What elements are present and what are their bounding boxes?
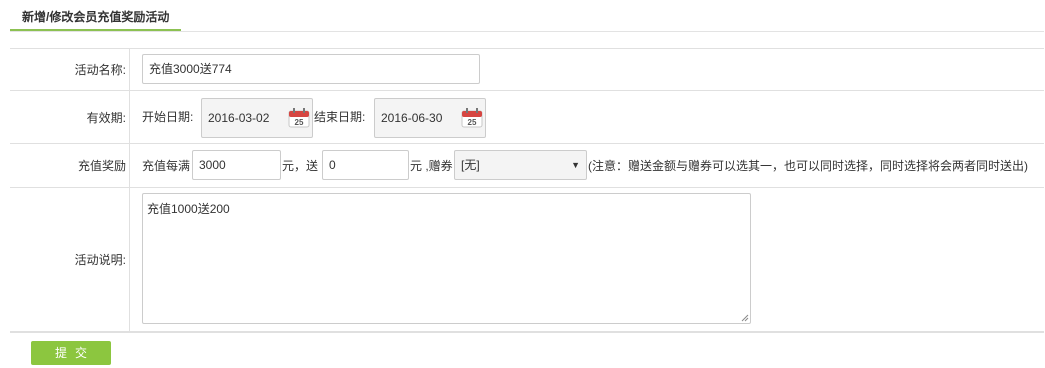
end-date-input[interactable]: 2016-06-30 25 [374, 98, 486, 138]
unit-give-text: 元，送 [282, 159, 319, 173]
activity-description-textarea[interactable]: 充值1000送200 [142, 193, 751, 324]
activity-form: 活动名称: 充值3000送774 有效期: 开始日期: 2016-03-02 2… [10, 48, 1044, 333]
start-date-value: 2016-03-02 [208, 111, 270, 125]
coupon-select-value: [无] [461, 158, 480, 172]
submit-button[interactable]: 提交 [31, 341, 111, 365]
row-recharge-reward: 充值奖励 充值每满 3000 元，送 0 元 ,赠券 [无] ▼ (注意：赠送金… [10, 144, 1044, 188]
row-activity-description: 活动说明: 充值1000送200 [10, 188, 1044, 333]
reward-prefix-text: 充值每满 [142, 159, 191, 173]
resize-grip-icon[interactable] [741, 314, 749, 322]
calendar-icon[interactable]: 25 [461, 108, 483, 128]
activity-description-label: 活动说明: [10, 188, 130, 331]
calendar-day-text: 25 [295, 118, 304, 127]
tab-edit-recharge-activity[interactable]: 新增/修改会员充值奖励活动 [10, 0, 182, 31]
activity-name-label: 活动名称: [10, 49, 130, 90]
coupon-select[interactable]: [无] ▼ [454, 150, 587, 180]
recharge-reward-label: 充值奖励 [10, 144, 130, 187]
validity-label: 有效期: [10, 91, 130, 143]
recharge-amount-input[interactable]: 3000 [192, 150, 281, 180]
end-date-value: 2016-06-30 [381, 111, 443, 125]
tab-bar: 新增/修改会员充值奖励活动 [10, 0, 1044, 32]
activity-description-value: 充值1000送200 [147, 202, 230, 216]
start-date-input[interactable]: 2016-03-02 25 [201, 98, 313, 138]
calendar-day-text: 25 [468, 118, 477, 127]
calendar-icon[interactable]: 25 [288, 108, 310, 128]
reward-note-text: (注意：赠送金额与赠券可以选其一，也可以同时选择，同时选择将会两者同时送出) [588, 159, 1028, 173]
row-activity-name: 活动名称: 充值3000送774 [10, 49, 1044, 91]
activity-name-input[interactable]: 充值3000送774 [142, 54, 480, 84]
unit-coupon-text: 元 ,赠券 [410, 159, 453, 173]
row-validity: 有效期: 开始日期: 2016-03-02 25 结束日期: 2016-06-3… [10, 91, 1044, 144]
end-date-label: 结束日期: [314, 110, 366, 124]
start-date-label: 开始日期: [142, 110, 194, 124]
gift-amount-input[interactable]: 0 [322, 150, 409, 180]
dropdown-arrow-icon: ▼ [571, 160, 580, 170]
